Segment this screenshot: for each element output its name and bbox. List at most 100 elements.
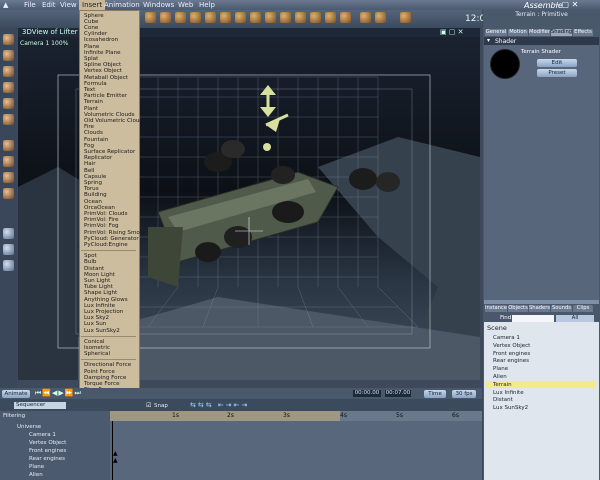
insert-menu-item[interactable]: Old Volumetric Cloud bbox=[84, 118, 143, 124]
insert-menu-item[interactable]: Bulb bbox=[84, 259, 97, 265]
insert-menu-item[interactable]: Lux Projection bbox=[84, 309, 123, 315]
insert-menu-item[interactable]: Fog bbox=[84, 143, 94, 149]
insert-menu-item[interactable]: Clouds bbox=[84, 130, 103, 136]
tab-shading[interactable]: Shading bbox=[551, 29, 572, 36]
insert-menu-item[interactable]: Vertex Object bbox=[84, 68, 122, 74]
insert-menu-item[interactable]: Surface Replicator bbox=[84, 149, 135, 155]
scene-item[interactable]: Plane bbox=[493, 366, 508, 372]
scene-item[interactable]: Lux Infinite bbox=[493, 390, 524, 396]
insert-menu-item[interactable]: Distant bbox=[84, 266, 104, 272]
select-tool-icon[interactable] bbox=[3, 34, 14, 45]
tab-instance[interactable]: Instance bbox=[485, 305, 507, 312]
insert-menu-item[interactable]: Replicator bbox=[84, 155, 112, 161]
bone-tool-icon[interactable] bbox=[295, 12, 306, 23]
tab-sounds[interactable]: Sounds bbox=[551, 305, 572, 312]
keyframe-tools-icon[interactable]: ⇆⇆⇆ ⇤⇥⇤⇥ bbox=[190, 401, 249, 409]
insert-menu-item[interactable]: Lux SunSky2 bbox=[84, 328, 120, 334]
insert-menu-item[interactable]: Point Force bbox=[84, 369, 115, 375]
insert-menu-item[interactable]: Moon Light bbox=[84, 272, 115, 278]
keyframe-markers-icon[interactable]: ▲ ▲ bbox=[113, 450, 118, 464]
insert-menu-item[interactable]: Anything Glows bbox=[84, 297, 128, 303]
insert-menu-item[interactable]: Cube bbox=[84, 19, 98, 25]
app-logo-icon[interactable]: ▲ bbox=[3, 1, 8, 9]
camera-tool-icon[interactable] bbox=[160, 12, 171, 23]
scale-tool-icon[interactable] bbox=[3, 82, 14, 93]
timeline-area[interactable] bbox=[110, 411, 482, 480]
panel-splitter[interactable] bbox=[484, 300, 599, 304]
track-item[interactable]: Plane bbox=[29, 464, 44, 470]
cloud-tool-icon[interactable] bbox=[310, 12, 321, 23]
insert-menu-item[interactable]: Hair bbox=[84, 161, 96, 167]
time-select[interactable]: Time bbox=[424, 390, 446, 398]
insert-menu-item[interactable]: Metaball Object bbox=[84, 75, 128, 81]
collapse-icon[interactable]: ▾ bbox=[487, 37, 490, 44]
render-area-icon[interactable] bbox=[360, 12, 371, 23]
scene-item[interactable]: Terrain bbox=[493, 382, 512, 388]
insert-menu-item[interactable]: Formula bbox=[84, 81, 107, 87]
menu-insert[interactable]: Insert bbox=[79, 0, 106, 10]
menu-animation[interactable]: Animation bbox=[104, 1, 140, 9]
bend-tool-icon[interactable] bbox=[3, 114, 14, 125]
window-controls-icon[interactable]: – ▢ ✕ bbox=[555, 0, 578, 9]
scene-item[interactable]: Front engines bbox=[493, 351, 530, 357]
light-tool-icon[interactable] bbox=[250, 12, 261, 23]
insert-menu-item[interactable]: Sphere bbox=[84, 13, 104, 19]
shader-preview-ball[interactable] bbox=[490, 49, 520, 79]
link-tool-icon[interactable] bbox=[3, 98, 14, 109]
water-tool-icon[interactable] bbox=[340, 12, 351, 23]
insert-menu-item[interactable]: Cylinder bbox=[84, 31, 107, 37]
insert-menu-item[interactable]: Spot bbox=[84, 253, 97, 259]
tab-objects[interactable]: Objects bbox=[508, 305, 528, 312]
lighting-icon[interactable] bbox=[145, 12, 156, 23]
menu-help[interactable]: Help bbox=[199, 1, 215, 9]
track-item[interactable]: Universe bbox=[17, 424, 41, 430]
rotate-tool-icon[interactable] bbox=[3, 66, 14, 77]
insert-menu-item[interactable]: PrimVol: Clouds bbox=[84, 211, 128, 217]
insert-menu-item[interactable]: PrimVol: Fire bbox=[84, 217, 119, 223]
insert-menu-item[interactable]: Plant bbox=[84, 106, 98, 112]
insert-menu-item[interactable]: PyCloud:Engine bbox=[84, 242, 128, 248]
insert-menu-item[interactable]: Conical bbox=[84, 339, 105, 345]
time-end-field[interactable]: 00:07.00 bbox=[385, 390, 411, 397]
tab-effects[interactable]: Effects bbox=[573, 29, 593, 36]
insert-menu-item[interactable]: Particle Emitter bbox=[84, 93, 127, 99]
viewport-controls-icon[interactable]: ▣ ▢ ✕ bbox=[440, 28, 464, 36]
spline-tool-icon[interactable] bbox=[265, 12, 276, 23]
tab-modifier[interactable]: Modifier bbox=[529, 29, 550, 36]
insert-menu-item[interactable]: PrimVol: Rising Smoke bbox=[84, 230, 146, 236]
insert-menu-item[interactable]: Torus bbox=[84, 186, 99, 192]
insert-menu-item[interactable]: Lux Sky2 bbox=[84, 315, 109, 321]
insert-menu-item[interactable]: Damping Force bbox=[84, 375, 126, 381]
menu-file[interactable]: File bbox=[24, 1, 36, 9]
zoom-icon[interactable] bbox=[3, 260, 14, 271]
menu-view[interactable]: View bbox=[60, 1, 77, 9]
menu-edit[interactable]: Edit bbox=[42, 1, 56, 9]
insert-menu-item[interactable]: Splat bbox=[84, 56, 98, 62]
insert-menu-item[interactable]: Fire bbox=[84, 124, 94, 130]
track-item[interactable]: Alien bbox=[29, 472, 43, 478]
axis-tool-icon[interactable] bbox=[3, 140, 14, 151]
insert-menu-item[interactable]: PyCloud: Generator bbox=[84, 236, 139, 242]
plant-tool-icon[interactable] bbox=[235, 12, 246, 23]
track-item[interactable]: Rear engines bbox=[29, 456, 65, 462]
insert-menu-item[interactable]: Cone bbox=[84, 25, 98, 31]
align-tool-icon[interactable] bbox=[3, 156, 14, 167]
transport-controls-icon[interactable]: ⏮⏪◀▶⏩⏭ bbox=[35, 389, 82, 398]
animate-button[interactable]: Animate bbox=[2, 390, 30, 398]
tab-general[interactable]: General bbox=[485, 29, 507, 36]
insert-menu-item[interactable]: Text bbox=[84, 87, 95, 93]
render-icon[interactable] bbox=[175, 12, 186, 23]
cube-tool-icon[interactable] bbox=[205, 12, 216, 23]
pan-view-icon[interactable] bbox=[3, 244, 14, 255]
insert-menu-item[interactable]: Torque Force bbox=[84, 381, 120, 387]
find-filter-select[interactable]: All bbox=[556, 315, 594, 322]
scene-item[interactable]: Distant bbox=[493, 397, 513, 403]
insert-menu-item[interactable]: Directional Force bbox=[84, 362, 131, 368]
insert-menu-item[interactable]: Lux Sun bbox=[84, 321, 106, 327]
insert-menu-item[interactable]: Sun Light bbox=[84, 278, 110, 284]
track-item[interactable]: Front engines bbox=[29, 448, 66, 454]
track-item[interactable]: Camera 1 bbox=[29, 432, 56, 438]
scene-item[interactable]: Lux SunSky2 bbox=[493, 405, 528, 411]
time-start-field[interactable]: 00:00.00 bbox=[353, 390, 381, 397]
camera-view-icon[interactable] bbox=[3, 228, 14, 239]
